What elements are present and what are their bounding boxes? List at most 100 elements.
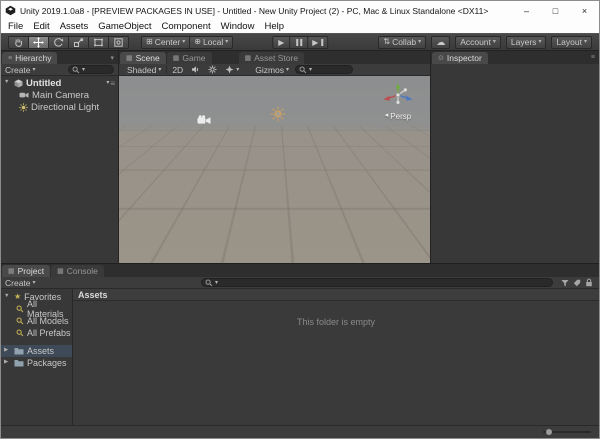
transform-tool-button[interactable]: [109, 35, 129, 49]
effects-dropdown[interactable]: ▾: [221, 64, 243, 75]
hierarchy-create-button[interactable]: Create ▾: [5, 65, 36, 75]
foldout-icon[interactable]: ▶: [4, 360, 11, 366]
projection-toggle[interactable]: ◂ Persp: [374, 112, 422, 121]
hierarchy-tree: ▼ Untitled ▾ ≡ Main Camera Directional L…: [1, 76, 118, 263]
scene-context-menu-icon[interactable]: ▾ ≡: [106, 79, 115, 88]
search-filter-dropdown-icon: ▾: [309, 66, 313, 73]
hierarchy-item-main-camera[interactable]: Main Camera: [1, 89, 118, 101]
window-controls: – □ ×: [512, 1, 599, 20]
tab-console[interactable]: ▦ Console: [51, 265, 104, 277]
favorite-label: All Prefabs: [27, 328, 71, 338]
sparkle-icon: [225, 65, 234, 74]
menu-window[interactable]: Window: [216, 21, 260, 32]
maximize-button[interactable]: □: [541, 1, 570, 20]
layout-button[interactable]: Layout ▾: [551, 35, 592, 49]
hierarchy-scene-row[interactable]: ▼ Untitled ▾ ≡: [1, 77, 118, 89]
close-button[interactable]: ×: [570, 1, 599, 20]
folder-content-area[interactable]: This folder is empty: [73, 301, 599, 425]
project-search-input[interactable]: ▾: [201, 278, 553, 287]
2d-toggle-button[interactable]: 2D: [168, 64, 187, 75]
pivot-icon: ⊞: [146, 37, 153, 46]
scene-search-input[interactable]: ▾: [295, 65, 354, 74]
menu-assets[interactable]: Assets: [55, 21, 94, 32]
asset-store-tab-label: Asset Store: [254, 53, 299, 63]
scene-tab-label: Scene: [135, 53, 160, 63]
step-button[interactable]: [308, 36, 328, 49]
collab-button[interactable]: ⇅ Collab ▾: [378, 35, 427, 49]
window-title: Unity 2019.1.0a8 - [PREVIEW PACKAGES IN …: [20, 5, 489, 16]
hierarchy-item-directional-light[interactable]: Directional Light: [1, 101, 118, 113]
rotate-tool-button[interactable]: [49, 35, 69, 49]
shading-mode-dropdown[interactable]: Shaded ▾: [123, 64, 165, 75]
filter-by-label-icon[interactable]: [573, 279, 581, 287]
favorite-all-materials[interactable]: All Materials: [1, 299, 72, 319]
orientation-gizmo[interactable]: ◂ Persp: [374, 81, 422, 121]
foldout-icon[interactable]: ▶: [4, 348, 11, 354]
menu-gameobject[interactable]: GameObject: [93, 21, 156, 32]
projection-label: Persp: [390, 112, 412, 121]
hand-tool-button[interactable]: [8, 35, 29, 49]
rotate-tool-icon: [53, 37, 64, 48]
menu-edit[interactable]: Edit: [28, 21, 54, 32]
sun-icon: [208, 65, 217, 74]
tab-game[interactable]: ▦ Game: [166, 52, 212, 64]
move-tool-button[interactable]: [29, 35, 49, 49]
project-console-panel: ▦ Project ▦ Console Create ▾ ▾ ▼ ★ Favor…: [1, 263, 599, 438]
folder-packages[interactable]: ▶ Packages: [1, 357, 72, 369]
hierarchy-item-label: Directional Light: [31, 101, 100, 113]
hierarchy-search-input[interactable]: ▾: [68, 65, 114, 74]
project-create-button[interactable]: Create ▾: [5, 278, 36, 288]
scale-tool-button[interactable]: [69, 35, 89, 49]
chevron-down-icon: ▾: [538, 39, 542, 45]
favorite-all-prefabs[interactable]: All Prefabs: [1, 327, 72, 339]
project-sidebar: ▼ ★ Favorites All Materials All Models A…: [1, 289, 73, 425]
menubar: File Edit Assets GameObject Component Wi…: [1, 20, 599, 33]
tab-scene[interactable]: ▦ Scene: [120, 52, 166, 64]
cloud-button[interactable]: ☁: [431, 35, 451, 49]
layers-button[interactable]: Layers ▾: [505, 35, 547, 49]
tab-hierarchy[interactable]: ≡ Hierarchy: [2, 52, 58, 64]
slider-knob[interactable]: [546, 429, 552, 435]
pause-button[interactable]: [290, 36, 309, 49]
favorite-all-models[interactable]: All Models: [1, 315, 72, 327]
rect-tool-button[interactable]: [89, 35, 109, 49]
minimize-button[interactable]: –: [512, 1, 541, 20]
tab-asset-store[interactable]: ▦ Asset Store: [238, 52, 305, 64]
filter-by-type-icon[interactable]: [561, 279, 569, 287]
main-area: ≡ Hierarchy ▾ Create ▾ ▾ ▼ Untitled ▾ ≡ …: [1, 51, 599, 263]
shading-mode-label: Shaded: [127, 64, 157, 75]
axis-center-cube: [395, 92, 401, 98]
menu-help[interactable]: Help: [259, 21, 289, 32]
account-button[interactable]: Account ▾: [455, 35, 501, 49]
star-icon: ★: [14, 292, 22, 301]
scene-viewport[interactable]: ◂ Persp: [119, 76, 430, 263]
pivot-toggle-button[interactable]: ⊞ Center ▾: [141, 35, 191, 49]
rotation-toggle-button[interactable]: ⊕ Local ▾: [190, 35, 234, 49]
axis-x-cone: [383, 95, 390, 101]
camera-gizmo[interactable]: [197, 115, 211, 125]
thumbnail-zoom-slider[interactable]: [543, 428, 591, 436]
lighting-toggle-button[interactable]: [204, 64, 221, 75]
folder-assets[interactable]: ▶ Assets: [1, 345, 72, 357]
hierarchy-item-label: Main Camera: [32, 89, 90, 101]
tab-inspector[interactable]: ⊙ Inspector: [432, 52, 488, 64]
lock-icon[interactable]: [585, 278, 593, 287]
directional-light-gizmo[interactable]: [268, 104, 288, 124]
menu-file[interactable]: File: [3, 21, 28, 32]
audio-toggle-button[interactable]: [187, 64, 204, 75]
search-icon: [299, 66, 307, 74]
saved-search-icon: [16, 305, 24, 313]
console-tab-icon: ▦: [57, 267, 64, 275]
panel-menu-icon[interactable]: ▾: [106, 54, 118, 62]
play-button[interactable]: [272, 36, 291, 49]
foldout-icon[interactable]: ▼: [4, 294, 11, 300]
menu-component[interactable]: Component: [157, 21, 216, 32]
panel-menu-icon[interactable]: ≡: [587, 54, 599, 61]
favorite-label: All Models: [27, 316, 69, 326]
hand-tool-icon: [13, 37, 24, 48]
foldout-icon[interactable]: ▼: [4, 80, 11, 86]
gizmos-dropdown[interactable]: Gizmos ▾: [251, 64, 293, 75]
pivot-rotation-toggles: ⊞ Center ▾ ⊕ Local ▾: [141, 35, 234, 49]
search-filter-dropdown-icon: ▾: [215, 279, 219, 286]
tab-project[interactable]: ▦ Project: [2, 265, 51, 277]
